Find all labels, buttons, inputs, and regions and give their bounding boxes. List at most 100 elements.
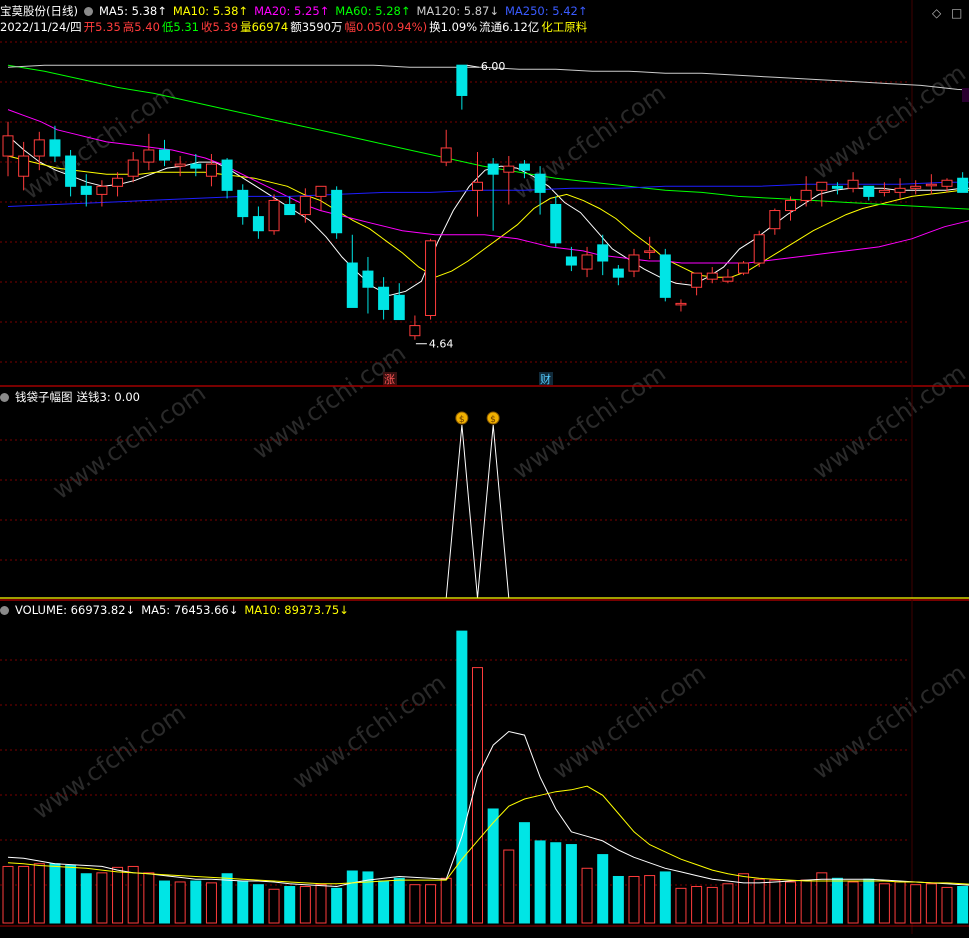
money-bag-symbol: $ [459, 415, 465, 425]
volume-bar-down [393, 877, 405, 924]
volume-bar-up [315, 884, 327, 924]
settings-circle-icon[interactable] [83, 7, 93, 16]
candle-up [941, 179, 953, 187]
candle-up [644, 250, 656, 253]
volume-bar-down [612, 875, 624, 924]
volume-bar-up [425, 884, 437, 924]
candle-up [174, 163, 186, 167]
volume-bar-down [49, 863, 61, 924]
candle-down [863, 185, 875, 197]
cai-tag: 财 [540, 372, 551, 386]
candle-up [878, 189, 890, 193]
volume-bar-down [659, 871, 671, 924]
square-icon[interactable]: □ [951, 6, 962, 20]
candle-up [816, 181, 828, 191]
volume-bar-down [190, 880, 202, 924]
candle-up [409, 325, 421, 337]
candle-down [597, 244, 609, 262]
watermark-text: www.cfchi.com [247, 339, 410, 465]
ma-edge-marker [962, 88, 969, 102]
volume-bar-up [143, 872, 155, 924]
volume-bar-down [221, 873, 233, 924]
money-bag-symbol: $ [490, 415, 496, 425]
volume-bar-down [237, 880, 249, 924]
volume-bar-up [472, 667, 483, 924]
candle-down [362, 270, 374, 288]
candle-up [894, 187, 906, 193]
ma60-label: MA60: 5.28↑ [335, 4, 411, 18]
candle-up [753, 234, 765, 264]
volume-bar-down [534, 840, 546, 924]
candle-up [675, 302, 687, 306]
volume-label: VOLUME: 66973.82↓ [15, 603, 136, 617]
candle-up [628, 254, 640, 272]
chart-canvas: www.cfchi.com www.cfchi.com www.cfchi.com w… [0, 0, 969, 934]
volume-bar-up [2, 865, 14, 924]
candle-down [284, 203, 296, 216]
volume-bar-down [518, 822, 530, 924]
volume-bar-down [550, 842, 562, 924]
candle-down [221, 159, 233, 191]
candle-up [425, 240, 437, 317]
volume-bar-up [33, 863, 45, 924]
volume-bar-up [691, 886, 703, 924]
volume-bar-up [941, 886, 953, 924]
volume-bar-up [847, 881, 859, 924]
candle-up [112, 177, 124, 187]
volume-bar-up [18, 865, 30, 924]
candle-up [847, 179, 859, 189]
ma10-label: MA10: 5.38↑ [172, 4, 249, 18]
candle-down [565, 256, 577, 266]
candle-down [80, 185, 92, 195]
indicator-circle-icon[interactable] [0, 393, 9, 402]
volume-bar-up [925, 883, 937, 924]
stock-name: 宝莫股份(日线) [0, 4, 78, 18]
volume-bar-down [957, 886, 969, 924]
volume-bar-up [644, 875, 656, 924]
candle-up [503, 165, 515, 173]
candle-down [612, 268, 624, 278]
quote-sector[interactable]: 化工原料 [541, 20, 587, 34]
candle-up [925, 183, 937, 187]
quote-date: 2022/11/24/四 [0, 20, 82, 34]
candle-up [472, 181, 483, 191]
watermark-text: www.cfchi.com [507, 79, 670, 205]
quote-open: 开5.35 [83, 20, 121, 34]
candle-up [769, 210, 781, 230]
volume-bar-up [440, 877, 452, 924]
quote-low: 低5.31 [161, 20, 199, 34]
candle-up [738, 262, 750, 274]
volume-bar-down [80, 873, 92, 924]
volume-bar-down [331, 887, 343, 924]
diamond-icon[interactable]: ◇ [932, 6, 941, 20]
ma5-label: MA5: 5.38↑ [98, 4, 167, 18]
candle-down [378, 286, 390, 310]
candle-up [722, 276, 734, 282]
candle-down [346, 262, 358, 308]
volume-bar-up [706, 886, 718, 924]
watermark-text: www.cfchi.com [27, 699, 190, 825]
volume-bar-up [174, 881, 186, 924]
volume-bar-up [894, 881, 906, 924]
volume-bar-down [65, 865, 77, 924]
candle-up [581, 254, 593, 270]
candle-up [96, 185, 108, 195]
volume-bar-up [753, 878, 765, 924]
volume-bar-up [738, 873, 750, 924]
volume-bar-up [910, 884, 922, 924]
watermark-text: www.cfchi.com [807, 359, 969, 485]
quote-line: 2022/11/24/四 开5.35 高5.40 低5.31 收5.39 量66974 额3… [0, 20, 593, 34]
volume-circle-icon[interactable] [0, 606, 9, 615]
watermark-text: www.cfchi.com [547, 659, 710, 785]
volume-ma10-label: MA10: 89373.75↓ [244, 603, 349, 617]
candle-up [127, 159, 139, 177]
candle-down [159, 149, 170, 161]
volume-bar-up [878, 883, 890, 924]
candle-down [65, 155, 77, 187]
ma120-label: MA120: 5.87↓ [416, 4, 499, 18]
candle-up [910, 185, 922, 189]
candle-down [957, 177, 969, 193]
volume-header: VOLUME: 66973.82↓ MA5: 76453.66↓ MA10: 893… [0, 603, 355, 617]
candle-up [800, 189, 812, 201]
ma20-label: MA20: 5.25↑ [254, 4, 330, 18]
